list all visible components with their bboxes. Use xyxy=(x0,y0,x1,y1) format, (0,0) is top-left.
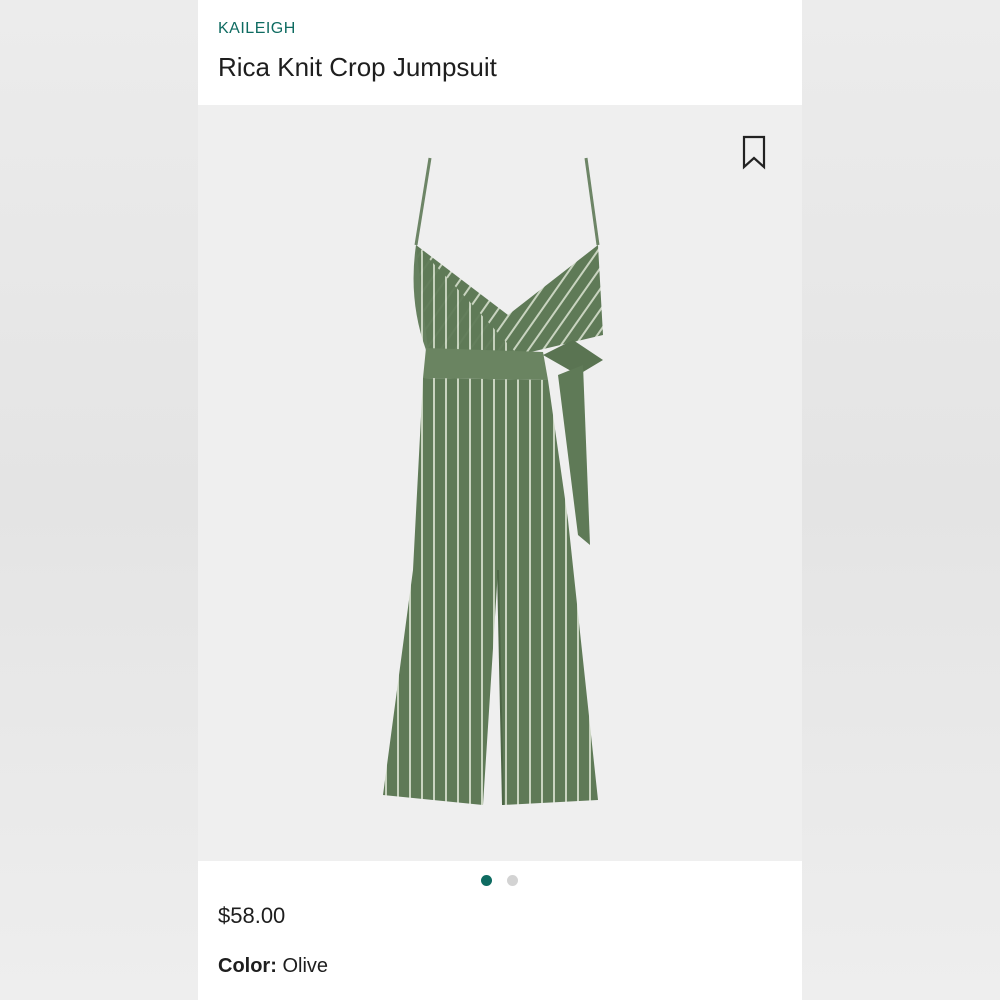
bookmark-icon[interactable] xyxy=(739,134,769,170)
pagination-dot-2[interactable] xyxy=(507,875,518,886)
background-blur-right xyxy=(802,0,1000,1000)
color-label: Color: xyxy=(218,955,277,977)
background-blur-left xyxy=(0,0,198,1000)
color-row: Color: Olive xyxy=(218,955,328,978)
color-value: Olive xyxy=(282,955,329,977)
product-image-area[interactable] xyxy=(198,105,802,861)
pagination-dot-1[interactable] xyxy=(481,875,492,886)
product-price: $58.00 xyxy=(218,903,286,928)
image-pagination xyxy=(198,870,802,890)
product-header: KAILEIGH Rica Knit Crop Jumpsuit xyxy=(198,0,802,105)
brand-name[interactable]: KAILEIGH xyxy=(218,20,296,38)
product-title: Rica Knit Crop Jumpsuit xyxy=(218,52,497,82)
product-image xyxy=(383,157,603,806)
product-card: KAILEIGH Rica Knit Crop Jumpsuit $58.00 … xyxy=(198,0,802,1000)
